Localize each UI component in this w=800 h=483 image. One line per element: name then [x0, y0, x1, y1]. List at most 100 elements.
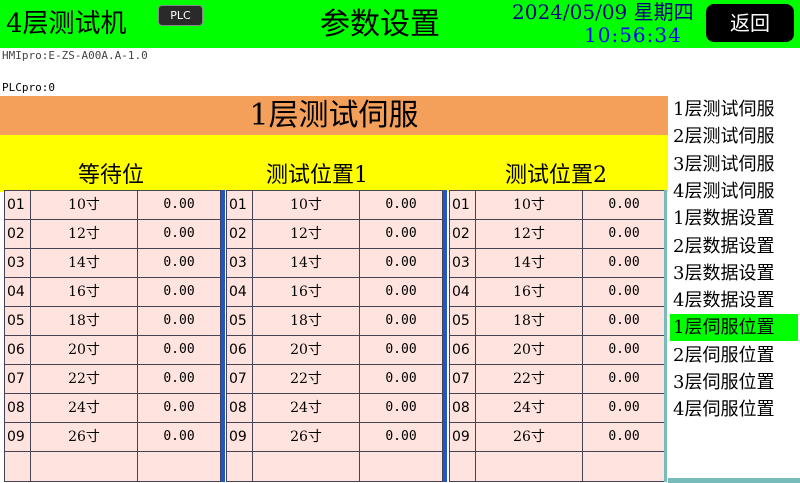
size-label: 16寸 [476, 278, 583, 306]
size-label: 14寸 [253, 249, 360, 277]
position-value-input[interactable]: 0.00 [138, 220, 220, 248]
row-index: 06 [227, 336, 253, 364]
position-value-input[interactable]: 0.00 [138, 365, 220, 393]
position-value-input[interactable]: 0.00 [138, 423, 220, 451]
size-label: 24寸 [476, 394, 583, 422]
bottom-strip [668, 478, 800, 483]
plc-version: PLCpro:0 [2, 81, 55, 94]
position-value-input[interactable]: 0.00 [360, 336, 442, 364]
position-value-input[interactable]: 0.00 [583, 423, 665, 451]
position-value-input[interactable]: 0.00 [583, 220, 665, 248]
position-value-input[interactable]: 0.00 [360, 278, 442, 306]
row-index: 04 [450, 278, 476, 306]
position-value-input[interactable]: 0.00 [583, 191, 665, 219]
nav-item-1[interactable]: 1层测试伺服 [670, 96, 798, 123]
table-row: 09 26寸 0.00 [450, 423, 665, 452]
size-label: 10寸 [476, 191, 583, 219]
size-label: 14寸 [31, 249, 138, 277]
size-label: 12寸 [31, 220, 138, 248]
size-label: 20寸 [31, 336, 138, 364]
hmi-version: HMIpro:E-ZS-A00A.A-1.0 [2, 49, 148, 62]
table-row: 01 10寸 0.00 [5, 191, 220, 220]
device-title: 4层测试机 [6, 9, 127, 39]
table-row: 06 20寸 0.00 [5, 336, 220, 365]
table-row: 08 24寸 0.00 [450, 394, 665, 423]
position-value-input[interactable]: 0.00 [583, 249, 665, 277]
nav-item-5[interactable]: 1层数据设置 [670, 205, 798, 232]
size-label: 22寸 [476, 365, 583, 393]
nav-item-9[interactable]: 1层伺服位置 [670, 314, 798, 342]
position-value-input[interactable]: 0.00 [138, 191, 220, 219]
nav-item-2[interactable]: 2层测试伺服 [670, 123, 798, 150]
row-index: 03 [227, 249, 253, 277]
side-nav: 1层测试伺服 2层测试伺服 3层测试伺服 4层测试伺服 1层数据设置 2层数据设置 3层数据… [670, 96, 800, 483]
table-separator [221, 190, 225, 482]
size-label: 26寸 [31, 423, 138, 451]
table-row: 06 20寸 0.00 [227, 336, 442, 365]
position-value-input[interactable]: 0.00 [583, 365, 665, 393]
position-value-input[interactable]: 0.00 [138, 278, 220, 306]
table-row: 08 24寸 0.00 [227, 394, 442, 423]
position-value-input[interactable]: 0.00 [138, 394, 220, 422]
row-index: 01 [5, 191, 31, 219]
table-row: 05 18寸 0.00 [227, 307, 442, 336]
nav-item-7[interactable]: 3层数据设置 [670, 260, 798, 287]
position-value-input[interactable]: 0.00 [360, 191, 442, 219]
back-button[interactable]: 返回 [706, 4, 794, 42]
row-index: 05 [450, 307, 476, 335]
column-divider [359, 191, 360, 481]
column-divider [582, 191, 583, 481]
nav-item-12[interactable]: 4层伺服位置 [670, 396, 798, 423]
table-row: 05 18寸 0.00 [5, 307, 220, 336]
row-index: 08 [5, 394, 31, 422]
table-row: 07 22寸 0.00 [5, 365, 220, 394]
position-value-input[interactable]: 0.00 [360, 394, 442, 422]
table-row: 07 22寸 0.00 [450, 365, 665, 394]
row-index: 06 [5, 336, 31, 364]
nav-item-10[interactable]: 2层伺服位置 [670, 342, 798, 369]
table-row: 01 10寸 0.00 [227, 191, 442, 220]
position-value-input[interactable]: 0.00 [583, 278, 665, 306]
table-row: 05 18寸 0.00 [450, 307, 665, 336]
position-value-input[interactable]: 0.00 [360, 423, 442, 451]
column-divider [475, 191, 476, 481]
nav-item-4[interactable]: 4层测试伺服 [670, 178, 798, 205]
table-row: 02 12寸 0.00 [227, 220, 442, 249]
row-index: 04 [227, 278, 253, 306]
nav-item-3[interactable]: 3层测试伺服 [670, 151, 798, 178]
size-label: 16寸 [253, 278, 360, 306]
table-row: 06 20寸 0.00 [450, 336, 665, 365]
size-label: 10寸 [31, 191, 138, 219]
table-row: 09 26寸 0.00 [5, 423, 220, 452]
table-row: 04 16寸 0.00 [5, 278, 220, 307]
plc-status-icon[interactable]: PLC [158, 5, 203, 26]
nav-item-8[interactable]: 4层数据设置 [670, 287, 798, 314]
size-label: 18寸 [476, 307, 583, 335]
row-index: 01 [227, 191, 253, 219]
group-title-test1: 测试位置1 [266, 163, 368, 188]
position-value-input[interactable]: 0.00 [138, 249, 220, 277]
position-value-input[interactable]: 0.00 [138, 307, 220, 335]
row-index: 06 [450, 336, 476, 364]
nav-item-11[interactable]: 3层伺服位置 [670, 369, 798, 396]
position-value-input[interactable]: 0.00 [583, 394, 665, 422]
position-value-input[interactable]: 0.00 [360, 307, 442, 335]
position-value-input[interactable]: 0.00 [360, 365, 442, 393]
position-value-input[interactable]: 0.00 [360, 220, 442, 248]
table-row: 03 14寸 0.00 [5, 249, 220, 278]
position-value-input[interactable]: 0.00 [583, 307, 665, 335]
size-label: 24寸 [253, 394, 360, 422]
row-index: 09 [450, 423, 476, 451]
size-label: 12寸 [476, 220, 583, 248]
page-title: 参数设置 [320, 7, 440, 42]
size-label: 10寸 [253, 191, 360, 219]
size-label: 24寸 [31, 394, 138, 422]
position-value-input[interactable]: 0.00 [360, 249, 442, 277]
panel-title: 1层测试伺服 [249, 98, 419, 133]
row-index: 03 [5, 249, 31, 277]
position-value-input[interactable]: 0.00 [138, 336, 220, 364]
table-row: 07 22寸 0.00 [227, 365, 442, 394]
table-row: 01 10寸 0.00 [450, 191, 665, 220]
nav-item-6[interactable]: 2层数据设置 [670, 233, 798, 260]
position-value-input[interactable]: 0.00 [583, 336, 665, 364]
